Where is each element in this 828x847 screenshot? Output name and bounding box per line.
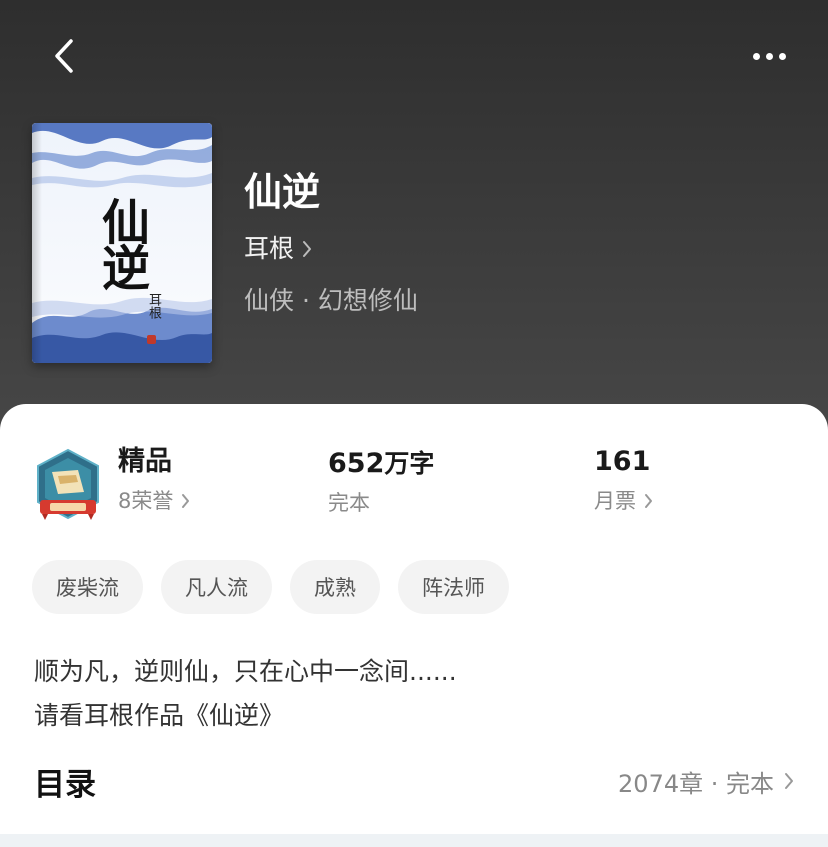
back-button[interactable] — [44, 36, 84, 76]
table-of-contents-row[interactable]: 目录 2074章 · 完本 — [34, 756, 794, 806]
book-title: 仙逆 — [244, 170, 321, 214]
chevron-right-icon — [645, 494, 652, 508]
cover-author: 耳根 — [146, 293, 161, 319]
chevron-right-icon — [182, 494, 190, 508]
chevron-right-icon — [785, 773, 793, 789]
tag-chip[interactable]: 废柴流 — [32, 560, 143, 614]
monthly-ticket-stat[interactable]: 161 月票 — [594, 444, 653, 516]
author-name: 耳根 — [244, 234, 295, 263]
book-cover[interactable]: 仙逆 耳根 — [32, 123, 212, 363]
word-count-value: 652 — [328, 448, 385, 479]
toc-chapter-count: 2074章 · 完本 — [618, 769, 774, 798]
monthly-ticket-value: 161 — [594, 446, 651, 477]
honor-badge-icon[interactable] — [34, 448, 102, 524]
chevron-right-icon — [303, 241, 312, 257]
book-genre: 仙侠 · 幻想修仙 — [244, 286, 418, 315]
tag-chip[interactable]: 阵法师 — [398, 560, 509, 614]
tag-chip[interactable]: 成熟 — [290, 560, 380, 614]
toc-title: 目录 — [34, 766, 96, 803]
word-count-stat: 652万字 完本 — [328, 444, 434, 518]
book-intro[interactable]: 顺为凡，逆则仙，只在心中一念间...... 请看耳根作品《仙逆》 — [34, 650, 794, 738]
author-link[interactable]: 耳根 — [244, 232, 312, 266]
honor-count: 8荣誉 — [118, 489, 174, 513]
monthly-ticket-label: 月票 — [594, 489, 636, 513]
honor-badge-label: 精品 — [118, 446, 172, 477]
tag-list: 废柴流 凡人流 成熟 阵法师 — [32, 560, 509, 614]
book-header: 仙逆 耳根 仙逆 耳根 仙侠 · 幻想修仙 — [0, 0, 828, 440]
cover-title: 仙逆 — [93, 197, 149, 289]
intro-line: 顺为凡，逆则仙，只在心中一念间...... — [34, 657, 457, 686]
more-button[interactable] — [742, 36, 796, 76]
intro-line: 请看耳根作品《仙逆》 — [34, 701, 285, 730]
tag-chip[interactable]: 凡人流 — [161, 560, 272, 614]
book-info-panel: 精品 8荣誉 652万字 完本 161 月票 废柴流 凡人流 成熟 阵法师 顺为… — [0, 404, 828, 847]
chevron-left-icon — [55, 39, 73, 73]
cover-seal — [147, 335, 156, 344]
word-count-unit: 万字 — [384, 449, 435, 478]
completion-status: 完本 — [328, 491, 370, 515]
honor-stat[interactable]: 精品 8荣誉 — [118, 444, 190, 516]
more-horizontal-icon — [752, 52, 760, 60]
bottom-divider — [0, 834, 828, 847]
